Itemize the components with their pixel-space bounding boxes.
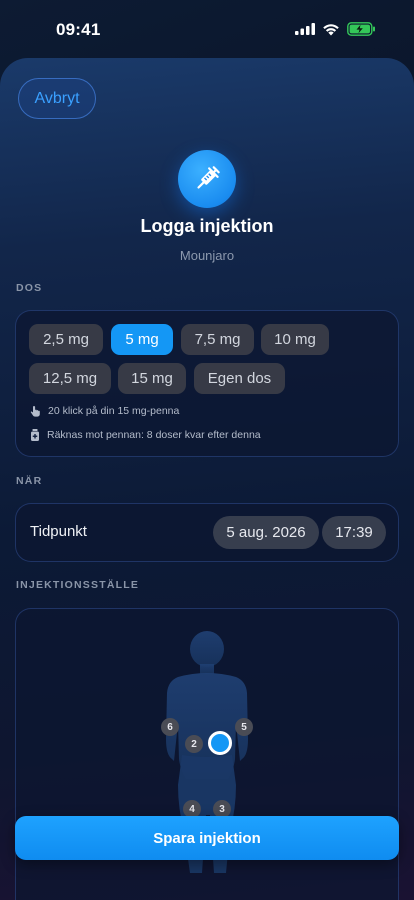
save-injection-button[interactable]: Spara injektion <box>15 816 399 860</box>
dose-option-12-5-mg[interactable]: 12,5 mg <box>29 363 111 394</box>
status-icons <box>295 22 376 36</box>
cellular-signal-icon <box>295 23 315 35</box>
hand-tap-icon <box>30 405 40 417</box>
injection-site-section-label: INJEKTIONSSTÄLLE <box>16 579 140 591</box>
dose-option-2-5-mg[interactable]: 2,5 mg <box>29 324 103 355</box>
site-marker-5[interactable]: 5 <box>235 718 253 736</box>
clicks-info-text: 20 klick på din 15 mg-penna <box>48 405 180 417</box>
when-section-label: NÄR <box>16 475 43 487</box>
selected-site-indicator[interactable] <box>208 731 232 755</box>
medication-name: Mounjaro <box>179 248 235 263</box>
syringe-icon <box>178 150 236 208</box>
site-marker-6[interactable]: 6 <box>161 718 179 736</box>
status-bar: 09:41 <box>0 0 414 60</box>
cancel-button[interactable]: Avbryt <box>18 78 96 119</box>
dose-option-15-mg[interactable]: 15 mg <box>118 363 186 394</box>
dose-option-custom[interactable]: Egen dos <box>194 363 285 394</box>
when-card: Tidpunkt 5 aug. 2026 17:39 <box>15 503 399 562</box>
log-injection-sheet: Avbryt Logga injektion Mounjaro DOS 2,5 … <box>0 58 414 900</box>
dose-option-10-mg[interactable]: 10 mg <box>261 324 329 355</box>
dose-card: 2,5 mg 5 mg 7,5 mg 10 mg 12,5 mg 15 mg E… <box>15 310 399 457</box>
time-picker[interactable]: 17:39 <box>322 516 386 549</box>
clicks-info: 20 klick på din 15 mg-penna <box>30 405 179 417</box>
medicine-vial-icon <box>31 429 39 441</box>
wifi-icon <box>323 23 339 35</box>
battery-charging-icon <box>347 22 375 36</box>
status-time: 09:41 <box>56 20 101 39</box>
pen-remaining-text: Räknas mot pennan: 8 doser kvar efter de… <box>47 429 261 441</box>
dose-option-7-5-mg[interactable]: 7,5 mg <box>181 324 254 355</box>
site-marker-2[interactable]: 2 <box>185 735 203 753</box>
pen-remaining-info: Räknas mot pennan: 8 doser kvar efter de… <box>30 429 261 441</box>
page-title: Logga injektion <box>140 216 274 236</box>
dose-option-5-mg[interactable]: 5 mg <box>111 324 173 355</box>
timestamp-label: Tidpunkt <box>30 523 87 540</box>
date-picker[interactable]: 5 aug. 2026 <box>213 516 319 549</box>
dose-section-label: DOS <box>16 282 43 294</box>
